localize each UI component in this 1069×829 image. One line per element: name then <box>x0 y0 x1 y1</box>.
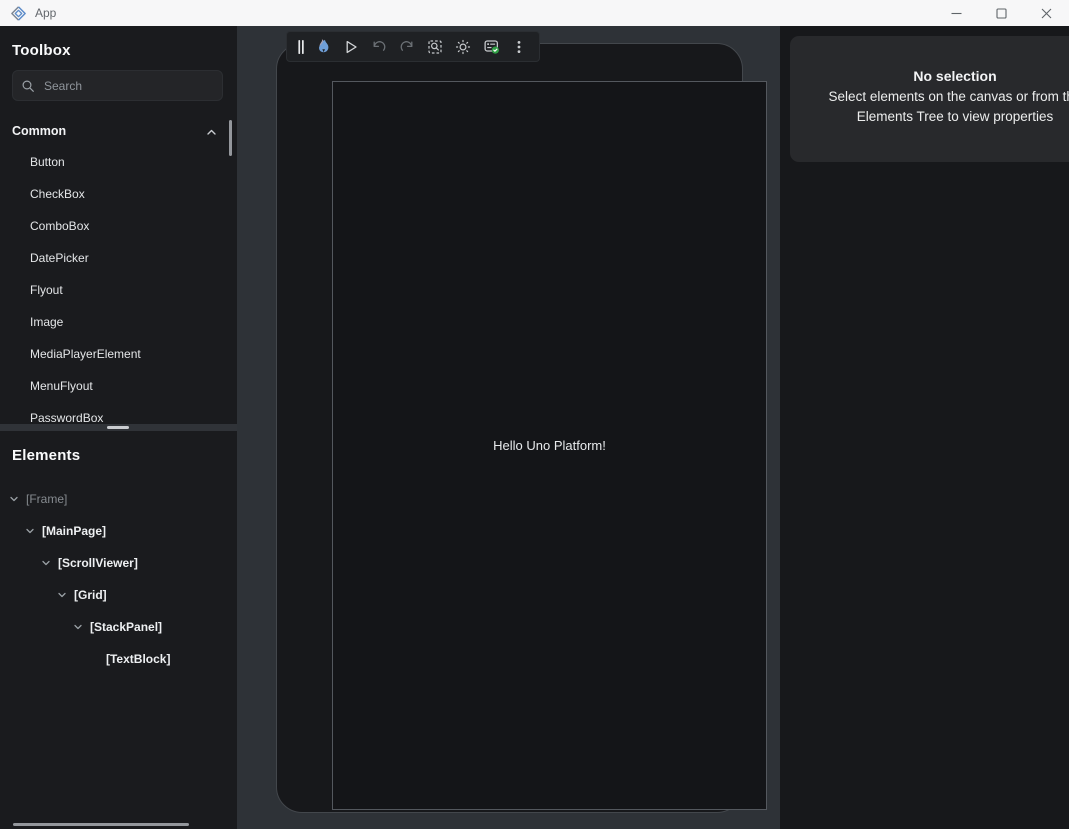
undo-button[interactable] <box>365 32 393 61</box>
close-button[interactable] <box>1024 0 1069 26</box>
chevron-down-icon[interactable] <box>24 526 36 536</box>
tree-node-label: [Grid] <box>74 588 107 602</box>
redo-button[interactable] <box>393 32 421 61</box>
tree-node-mainpage[interactable]: [MainPage] <box>0 515 237 547</box>
elements-title: Elements <box>12 447 80 464</box>
search-icon <box>21 79 35 93</box>
chevron-down-icon[interactable] <box>40 558 52 568</box>
properties-panel: No selection Select elements on the canv… <box>780 26 1069 829</box>
toolbox-vertical-scrollbar[interactable] <box>229 120 232 156</box>
elements-tree: [Frame] [MainPage] [ScrollViewer] [Grid]… <box>0 483 237 675</box>
toolbox-item-datepicker[interactable]: DatePicker <box>0 242 232 274</box>
panel-splitter[interactable] <box>0 424 237 431</box>
elements-horizontal-scrollbar[interactable] <box>13 823 189 826</box>
theme-toggle-button[interactable] <box>449 32 477 61</box>
toolbox-item-image[interactable]: Image <box>0 306 232 338</box>
play-button[interactable] <box>337 32 365 61</box>
app-preview-screen[interactable]: Hello Uno Platform! <box>332 81 767 810</box>
chevron-down-icon[interactable] <box>56 590 68 600</box>
toolbar-drag-handle[interactable] <box>293 32 309 61</box>
toolbox-section-common[interactable]: Common <box>0 118 237 144</box>
chevron-down-icon[interactable] <box>72 622 84 632</box>
inspect-zoom-button[interactable] <box>421 32 449 61</box>
no-selection-message-line1: Select elements on the canvas or from th… <box>790 87 1069 107</box>
toolbox-item-mediaplayerelement[interactable]: MediaPlayerElement <box>0 338 232 370</box>
no-selection-message-line2: Elements Tree to view properties <box>790 107 1069 127</box>
minimize-button[interactable] <box>934 0 979 26</box>
tree-node-label: [MainPage] <box>42 524 106 538</box>
tree-node-textblock[interactable]: [TextBlock] <box>0 643 237 675</box>
no-selection-card: No selection Select elements on the canv… <box>790 36 1069 162</box>
window-controls <box>934 0 1069 26</box>
chevron-up-icon <box>206 125 217 143</box>
toolbox-item-menuflyout[interactable]: MenuFlyout <box>0 370 232 402</box>
tree-node-label: [ScrollViewer] <box>58 556 138 570</box>
tree-node-frame[interactable]: [Frame] <box>0 483 237 515</box>
search-input[interactable] <box>44 79 214 93</box>
maximize-button[interactable] <box>979 0 1024 26</box>
window-title: App <box>35 6 56 20</box>
tree-node-label: [StackPanel] <box>90 620 162 634</box>
design-canvas[interactable]: Hello Uno Platform! <box>237 26 780 829</box>
no-selection-title: No selection <box>790 68 1069 84</box>
toolbox-item-flyout[interactable]: Flyout <box>0 274 232 306</box>
design-toolbar <box>286 31 540 62</box>
hot-design-flame-icon[interactable] <box>309 32 337 61</box>
device-frame: Hello Uno Platform! <box>276 43 743 813</box>
tree-node-label: [TextBlock] <box>106 652 170 666</box>
overflow-menu-button[interactable] <box>505 32 533 61</box>
preview-textblock[interactable]: Hello Uno Platform! <box>493 438 606 453</box>
tree-node-label: [Frame] <box>26 492 67 506</box>
titlebar: App <box>0 0 1069 26</box>
toolbox-item-button[interactable]: Button <box>0 146 232 178</box>
toolbox-item-list: Button CheckBox ComboBox DatePicker Flyo… <box>0 146 232 434</box>
chevron-down-icon[interactable] <box>8 494 20 504</box>
device-status-button[interactable] <box>477 32 505 61</box>
tree-node-grid[interactable]: [Grid] <box>0 579 237 611</box>
toolbox-item-combobox[interactable]: ComboBox <box>0 210 232 242</box>
left-sidebar: Toolbox Common Button CheckBox ComboBox … <box>0 26 237 829</box>
toolbox-title: Toolbox <box>12 42 71 59</box>
app-logo-icon <box>10 5 27 22</box>
tree-node-scrollviewer[interactable]: [ScrollViewer] <box>0 547 237 579</box>
toolbox-search[interactable] <box>12 70 223 101</box>
toolbox-item-checkbox[interactable]: CheckBox <box>0 178 232 210</box>
section-label: Common <box>12 124 66 138</box>
tree-node-stackpanel[interactable]: [StackPanel] <box>0 611 237 643</box>
splitter-grip-handle[interactable] <box>107 426 129 429</box>
